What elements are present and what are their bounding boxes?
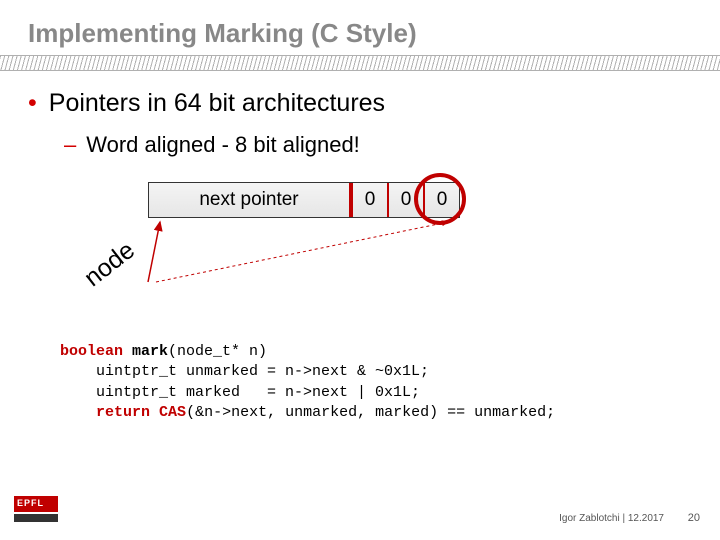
bullet-1-text: Pointers in 64 bit architectures <box>49 89 385 118</box>
code-t3 <box>60 404 96 421</box>
code-kw-return: return <box>96 404 150 421</box>
code-fn-mark: mark <box>132 343 168 360</box>
pointer-diagram: next pointer 0 0 0 node <box>88 182 692 332</box>
code-t2: (node_t* n) <box>168 343 267 360</box>
bullet-icon: • <box>28 91 37 116</box>
code-t1 <box>123 343 132 360</box>
code-t4 <box>150 404 159 421</box>
sub-bullet-1-text: Word aligned - 8 bit aligned! <box>86 132 360 158</box>
epfl-logo-text: EPFL <box>17 498 44 508</box>
bullet-1: • Pointers in 64 bit architectures <box>28 89 692 118</box>
page-number: 20 <box>688 512 700 524</box>
slide-title: Implementing Marking (C Style) <box>0 0 720 55</box>
epfl-logo: EPFL <box>14 496 58 526</box>
code-kw-boolean: boolean <box>60 343 123 360</box>
code-line-3: uintptr_t marked = n->next | 0x1L; <box>60 384 420 401</box>
code-block: boolean mark(node_t* n) uintptr_t unmark… <box>60 342 692 423</box>
code-line-2: uintptr_t unmarked = n->next & ~0x1L; <box>60 363 429 380</box>
content-area: • Pointers in 64 bit architectures – Wor… <box>0 71 720 423</box>
sub-bullet-1: – Word aligned - 8 bit aligned! <box>64 132 692 158</box>
code-t5: (&n->next, unmarked, marked) == unmarked… <box>186 404 555 421</box>
footer-text: Igor Zablotchi | 12.2017 <box>559 513 664 524</box>
divider-hatch <box>0 55 720 71</box>
arrow-icon <box>132 210 472 320</box>
code-fn-cas: CAS <box>159 404 186 421</box>
dash-icon: – <box>64 132 76 158</box>
